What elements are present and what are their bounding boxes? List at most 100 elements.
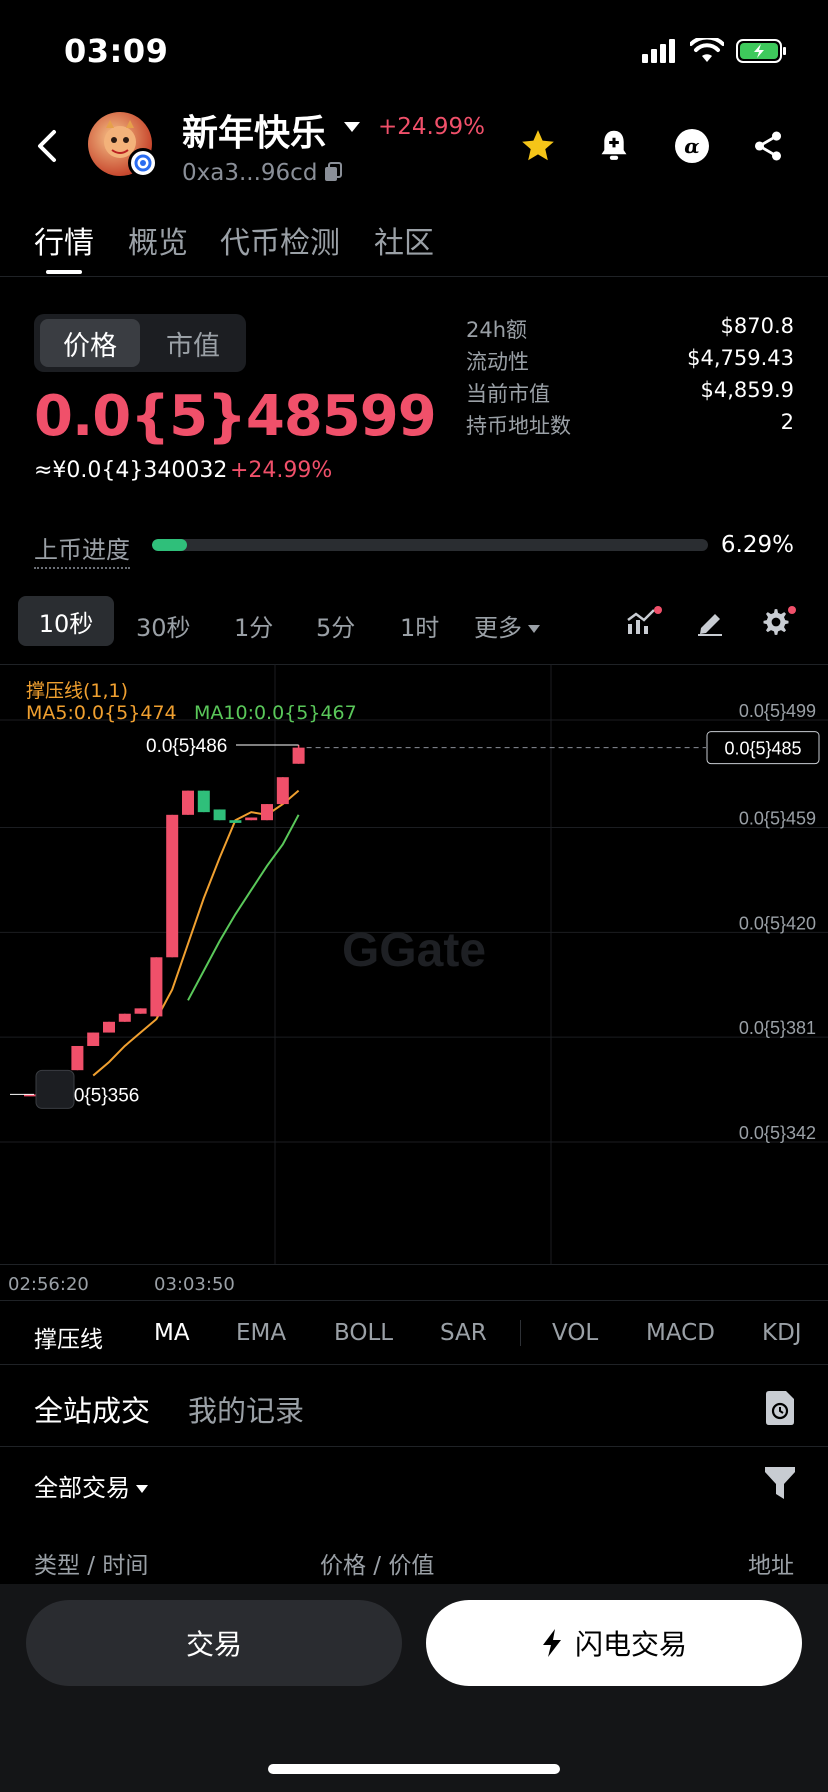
tab-underline [46,270,82,274]
flash-trade-button[interactable]: 闪电交易 [426,1600,802,1686]
tab-overview[interactable]: 概览 [128,218,188,262]
fullscreen-icon [35,1069,75,1109]
status-icons [642,38,788,64]
column-address: 地址 [748,1553,794,1579]
y-axis-tick: 0.0{5}342 [739,1123,816,1143]
interval-more-label: 更多 [474,614,522,642]
candle [87,1032,100,1046]
interval-more[interactable]: 更多 [474,608,540,643]
watermark-logo: GGate [342,924,486,977]
candle [276,777,289,805]
candle [213,809,226,821]
price-change: +24.99% [230,458,333,483]
favorite-star-button[interactable] [516,124,560,168]
current-price-label: 0.0{5}485 [724,739,801,759]
indicator-macd[interactable]: MACD [646,1320,715,1346]
y-axis-tick: 0.0{5}420 [739,913,816,933]
price-toggle-price[interactable]: 价格 [40,319,140,367]
caret-down-icon [136,1485,148,1493]
column-price-value: 价格 / 价值 [320,1553,435,1579]
listing-progress-label[interactable]: 上币进度 [34,530,130,569]
listing-progress-bar [152,539,708,551]
indicator-sar[interactable]: SAR [440,1320,487,1346]
candle [197,790,210,813]
stat-value: $870.8 [720,314,794,338]
candle [182,790,194,815]
draw-tool-button[interactable] [690,602,730,642]
candle [71,1045,84,1071]
chart-bottom-divider [0,1264,828,1265]
chevron-left-icon [38,130,56,162]
alpha-icon: α [675,129,709,163]
y-axis-tick: 0.0{5}499 [739,701,816,721]
indicator-separator [520,1320,521,1346]
funnel-icon [765,1467,795,1499]
indicator-boll[interactable]: BOLL [334,1320,393,1346]
listing-progress-percent: 6.29% [720,532,794,558]
indicator-divider [0,1300,828,1301]
interval-30s[interactable]: 30秒 [136,608,191,643]
interval-5m[interactable]: 5分 [316,608,355,643]
back-button[interactable] [28,122,68,170]
candle [166,814,179,958]
interval-1m[interactable]: 1分 [234,608,273,643]
history-button[interactable] [764,1390,796,1430]
ma10-line [187,814,300,1001]
stat-value: $4,759.43 [687,346,794,370]
candle [292,747,305,764]
filter-button[interactable] [764,1466,796,1504]
indicator-ma[interactable]: MA [154,1320,190,1346]
candle [134,1008,147,1014]
tabs-divider [0,276,828,277]
candle [229,820,242,823]
flash-trade-label: 闪电交易 [574,1628,687,1661]
chart-indicator-icon [627,609,655,634]
token-switch-caret-icon[interactable] [344,122,360,132]
tab-all-trades[interactable]: 全站成交 [34,1388,150,1430]
indicator-support-resistance[interactable]: 撑压线 [34,1320,103,1354]
price-chart[interactable]: GGate 0.0{5}499 0.0{5}459 0.0{5}420 0.0{5}3… [0,664,828,1264]
indicator-kdj[interactable]: KDJ [762,1320,802,1346]
caret-down-icon [528,625,540,633]
interval-10s[interactable]: 10秒 [18,596,114,646]
tab-my-records[interactable]: 我的记录 [188,1388,304,1430]
candle [261,804,273,821]
document-clock-icon [766,1391,794,1425]
share-icon [754,131,782,161]
listing-progress-fill [152,539,187,551]
home-indicator [268,1764,560,1774]
current-price: 0.0{5}48599 [34,384,437,449]
chart-settings-button[interactable] [756,602,796,642]
filter-divider [0,1446,828,1447]
gear-icon [763,609,789,635]
alpha-button[interactable]: α [670,124,714,168]
price-cny: ≈¥0.0{4}340032 [34,458,228,483]
trade-filter-dropdown[interactable]: 全部交易 [34,1468,148,1503]
tab-token-check[interactable]: 代币检测 [220,218,340,262]
status-time: 03:09 [64,32,169,70]
interval-1h[interactable]: 1时 [400,608,439,643]
chart-legend-ma10: MA10:0.0{5}467 [194,702,357,724]
price-alert-button[interactable] [592,124,636,168]
y-axis-tick: 0.0{5}381 [739,1018,816,1038]
indicator-tool-button[interactable] [622,602,662,642]
x-axis-tick: 02:56:20 [8,1274,89,1295]
share-button[interactable] [746,124,790,168]
stat-value: $4,859.9 [700,378,794,402]
signal-icon [642,39,675,63]
tab-community[interactable]: 社区 [374,218,434,262]
high-price-label: 0.0{5}486 [146,736,227,757]
indicator-vol[interactable]: VOL [552,1320,598,1346]
stat-value: 2 [780,410,794,434]
candle [245,817,258,821]
token-name[interactable]: 新年快乐 [182,104,326,156]
stat-label: 24h额 [466,318,528,342]
battery-charging-icon [736,39,786,63]
trade-button[interactable]: 交易 [26,1600,402,1686]
stat-label: 流动性 [466,350,529,374]
column-type-time: 类型 / 时间 [34,1553,149,1579]
tab-market[interactable]: 行情 [34,218,94,262]
copy-icon[interactable] [324,162,342,186]
indicator-ema[interactable]: EMA [236,1320,286,1346]
price-toggle-marketcap[interactable]: 市值 [146,319,240,367]
